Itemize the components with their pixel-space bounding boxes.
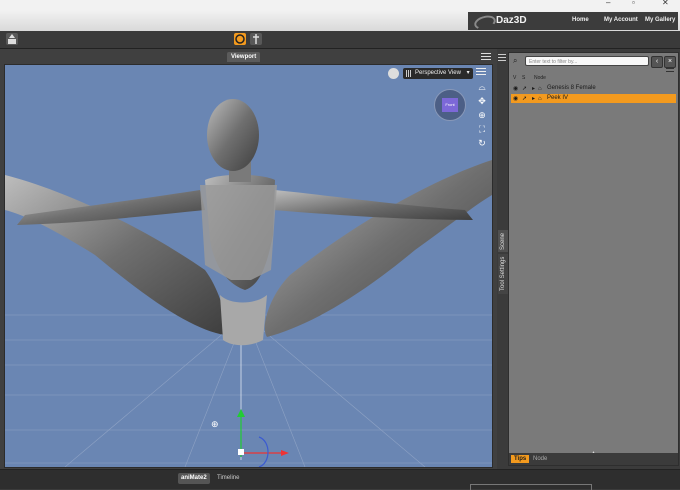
close-button[interactable]: ✕ xyxy=(662,0,669,7)
tab-scene[interactable]: Scene xyxy=(498,230,508,252)
minimize-button[interactable]: – xyxy=(606,0,610,7)
main-toolbar xyxy=(0,31,680,49)
nav-home-link[interactable]: Home xyxy=(572,17,589,23)
scene-pane: ⌕ Enter text to filter by... ‹ × V S Nod… xyxy=(497,49,680,469)
view-cube-face[interactable]: Front xyxy=(442,98,458,112)
perspective-view-dropdown[interactable]: Perspective View ▾ xyxy=(403,68,473,79)
scene-render: ⊕ xyxy=(5,99,492,467)
scene-node-row[interactable]: ◉ ➚ ▸ ⌂ Genesis 8 Female xyxy=(511,84,676,93)
tab-viewport[interactable]: Viewport xyxy=(227,52,261,62)
scene-pane-menu-icon[interactable] xyxy=(498,54,506,61)
filter-options-button[interactable]: ‹ xyxy=(651,56,663,68)
bottom-panel-edge xyxy=(470,484,592,490)
top-banner: Daz3D Home My Account My Gallery xyxy=(0,9,680,32)
selectable-arrow-icon[interactable]: ➚ xyxy=(522,85,527,94)
scene-footer: Tips Node xyxy=(509,453,678,465)
daz-logo-icon xyxy=(472,13,498,32)
window-caption: – ▫ ✕ xyxy=(0,0,680,9)
brand-bar: Daz3D Home My Account My Gallery xyxy=(468,12,678,32)
viewport-menu-icon[interactable] xyxy=(476,68,486,76)
selectable-arrow-icon[interactable]: ➚ xyxy=(522,95,527,104)
orbit-icon[interactable]: ↻ xyxy=(476,137,488,149)
col-visible: V xyxy=(513,75,517,81)
scene-options-icon[interactable] xyxy=(666,68,674,74)
brand-logo: Daz3D xyxy=(496,15,527,26)
zoom-icon[interactable]: ⊕ xyxy=(476,109,488,121)
pose-tool-icon[interactable] xyxy=(234,33,246,45)
pan-icon[interactable]: ✥ xyxy=(476,95,488,107)
frame-icon[interactable]: ⛶ xyxy=(476,123,488,135)
grid-icon xyxy=(406,70,412,77)
scene-node-row-selected[interactable]: ◉ ➚ ▸ ⌂ Peek IV xyxy=(511,94,676,103)
search-icon: ⌕ xyxy=(513,56,518,65)
bottom-tabbar: aniMate2 Timeline xyxy=(0,469,680,490)
tab-tool-settings[interactable]: Tool Settings xyxy=(498,254,508,294)
expand-arrow-icon[interactable]: ▸ xyxy=(532,95,535,104)
visibility-eye-icon[interactable]: ◉ xyxy=(513,85,518,94)
expand-arrow-icon[interactable]: ▸ xyxy=(532,85,535,94)
node-label: Genesis 8 Female xyxy=(547,85,596,91)
node-label: Peek IV xyxy=(547,95,569,101)
filter-clear-button[interactable]: × xyxy=(664,56,676,68)
restore-button[interactable]: ▫ xyxy=(632,0,635,7)
visibility-eye-icon[interactable]: ◉ xyxy=(513,95,518,104)
view-search-icon[interactable] xyxy=(388,68,399,79)
perspective-view-label: Perspective View xyxy=(415,70,461,76)
viewport-3d[interactable]: ⊕ Perspective View ▾ Front ⌓ ✥ ⊕ ⛶ ↻ xyxy=(4,64,493,468)
tab-node[interactable]: Node xyxy=(533,455,547,463)
figure-icon: ⌂ xyxy=(538,86,542,92)
scene-import-icon[interactable] xyxy=(6,33,18,45)
figure-icon: ⌂ xyxy=(538,96,542,102)
nav-my-gallery-link[interactable]: My Gallery xyxy=(645,17,675,23)
collapse-left-handle[interactable] xyxy=(0,254,4,262)
scene-filter-input[interactable]: Enter text to filter by... xyxy=(525,56,649,66)
collapse-bottom-handle[interactable] xyxy=(211,464,219,468)
svg-text:⊕: ⊕ xyxy=(211,420,219,430)
col-node: Node xyxy=(534,75,546,81)
col-selectable: S xyxy=(522,75,526,81)
viewport-pane: Viewport ⊕ Perspective View ▾ Front ⌓ ✥ … xyxy=(0,49,497,469)
chevron-down-icon: ▾ xyxy=(466,70,470,76)
tab-tips[interactable]: Tips xyxy=(511,455,530,463)
pane-menu-icon[interactable] xyxy=(481,53,491,61)
tab-timeline[interactable]: Timeline xyxy=(214,473,242,484)
scene-panel: ⌕ Enter text to filter by... ‹ × V S Nod… xyxy=(498,52,679,466)
camera-select-icon[interactable]: ⌓ xyxy=(476,81,488,93)
node-tool-icon[interactable] xyxy=(250,33,262,45)
tab-animate2[interactable]: aniMate2 xyxy=(178,473,210,484)
nav-my-account-link[interactable]: My Account xyxy=(604,17,638,23)
view-cube[interactable]: Front xyxy=(434,89,466,121)
